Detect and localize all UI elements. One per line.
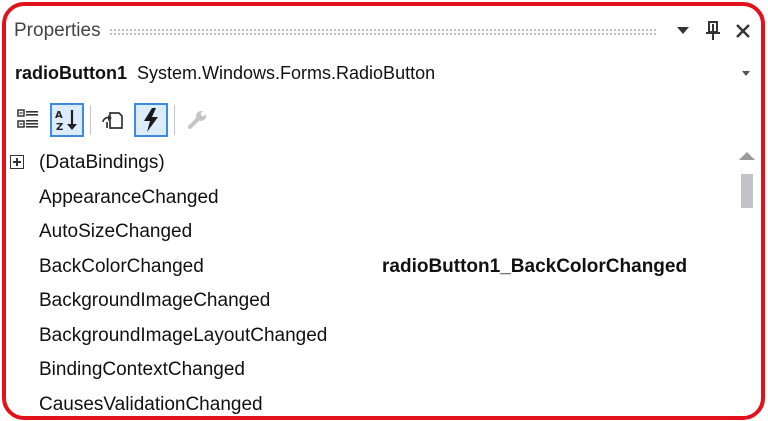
properties-window: Properties radioButton1 System.Windows.F… [2,2,765,420]
properties-button[interactable] [96,103,130,137]
property-name: (DataBindings) [39,152,165,174]
categorized-icon [17,109,38,128]
wrench-icon [188,111,206,129]
property-grid: (DataBindings) AppearanceChanged AutoSiz… [6,146,726,416]
property-name: BindingContextChanged [39,359,245,381]
window-position-dropdown-button[interactable] [671,19,695,43]
property-name: BackColorChanged [39,255,204,277]
object-type: System.Windows.Forms.RadioButton [137,62,436,83]
grid-row[interactable]: (DataBindings) [6,146,726,181]
title-bar[interactable]: Properties [6,14,761,48]
property-value[interactable]: radioButton1_BackColorChanged [382,256,687,278]
svg-text:A: A [55,110,63,121]
pin-icon [706,21,720,40]
alphabetical-button[interactable]: A Z [50,103,84,137]
grid-row[interactable]: CausesValidationChanged [6,388,726,417]
categorized-button[interactable] [12,103,46,137]
window-title: Properties [14,20,101,41]
property-name: CausesValidationChanged [39,393,263,415]
events-lightning-icon [144,108,158,132]
chevron-down-icon [742,70,750,76]
property-name: BackgroundImageChanged [39,290,271,312]
grid-row[interactable]: BindingContextChanged [6,353,726,388]
grid-row[interactable]: BackgroundImageChanged [6,284,726,319]
property-pages-button[interactable] [180,103,214,137]
alphabetical-icon: A Z [55,110,77,133]
object-selector-dropdown[interactable] [739,70,753,76]
properties-icon [102,112,123,129]
auto-hide-button[interactable] [701,19,725,43]
svg-text:Z: Z [56,122,63,133]
properties-toolbar: A Z [12,100,218,140]
scroll-up-arrow-icon[interactable] [739,152,755,160]
grid-row[interactable]: BackColorChanged radioButton1_BackColorC… [6,250,726,285]
grid-row[interactable]: BackgroundImageLayoutChanged [6,319,726,354]
expand-plus-icon[interactable] [10,155,24,169]
object-name: radioButton1 [15,62,127,83]
events-button[interactable] [134,103,168,137]
toolbar-separator [174,105,175,135]
property-name: BackgroundImageLayoutChanged [39,324,328,346]
scroll-thumb[interactable] [741,174,753,208]
property-name: AppearanceChanged [39,186,219,208]
close-icon [736,24,750,38]
grid-row[interactable]: AutoSizeChanged [6,215,726,250]
grid-row[interactable]: AppearanceChanged [6,181,726,216]
toolbar-separator [90,105,91,135]
title-grip[interactable] [108,27,657,35]
property-name: AutoSizeChanged [39,221,193,243]
dropdown-arrow-icon [677,27,689,34]
close-button[interactable] [731,19,755,43]
vertical-scrollbar[interactable] [737,146,757,416]
object-selector[interactable]: radioButton1 System.Windows.Forms.RadioB… [6,56,761,90]
